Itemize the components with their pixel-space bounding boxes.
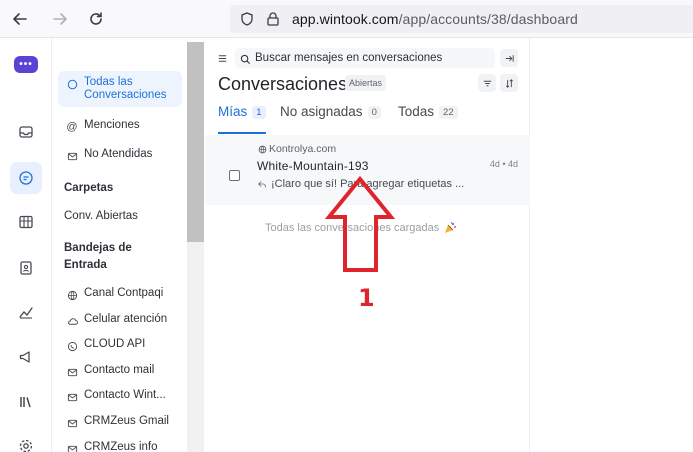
logo-dots: ••• (19, 58, 33, 70)
inbox-label: Contacto mail (84, 364, 155, 376)
sort-icon (505, 78, 513, 88)
collapse-button[interactable] (500, 49, 518, 67)
url-path: /app/accounts/38/dashboard (398, 11, 578, 27)
folder-label: Conv. Abiertas (64, 210, 138, 222)
tab-unassigned[interactable]: No asignadas 0 (280, 104, 381, 134)
tab-label: Mías (218, 104, 248, 119)
reply-icon (258, 181, 266, 188)
app-logo[interactable]: ••• (14, 56, 38, 73)
inbox-label: Contacto Wint... (84, 389, 166, 401)
lock-icon (267, 12, 279, 26)
mail-icon (66, 366, 78, 378)
tab-all[interactable]: Todas 22 (398, 104, 458, 134)
mail-icon (66, 391, 78, 403)
arrow-right-bar-icon (505, 54, 514, 62)
url-text[interactable]: app.wintook.com/app/accounts/38/dashboar… (292, 11, 578, 27)
sidebar-item-label: No Atendidas (84, 148, 153, 160)
inbox-label: Celular atención (84, 313, 168, 325)
cloud-icon (66, 315, 78, 327)
arrow-left-icon (13, 13, 27, 25)
reload-button[interactable] (85, 8, 107, 30)
inbox-label: CLOUD API (84, 338, 146, 350)
inbox-label: CRMZeus info (84, 441, 158, 452)
tab-label: Todas (398, 104, 435, 119)
inbox-item-canal-contpaqi[interactable]: Canal Contpaqi (58, 287, 182, 301)
menu-icon[interactable] (217, 51, 228, 69)
search-input[interactable] (255, 50, 485, 66)
conversation-time: 4d • 4d (489, 159, 518, 169)
sidebar-item-label: Todas las Conversaciones (84, 76, 167, 101)
secondary-sidebar: Todas las Conversaciones @ Menciones No … (52, 38, 187, 452)
contacts-icon[interactable] (10, 206, 42, 238)
sidebar-item-label: Menciones (84, 119, 140, 131)
globe-icon (258, 145, 267, 153)
inbox-item-celular-atencion[interactable]: Celular atención (58, 313, 182, 327)
filter-button[interactable] (478, 74, 496, 92)
whatsapp-icon (66, 340, 78, 352)
conversation-tabs: Mías 1 No asignadas 0 Todas 22 (218, 104, 518, 134)
status-badge[interactable]: Abiertas (345, 75, 387, 91)
reports-icon[interactable] (10, 296, 42, 328)
at-icon: @ (66, 121, 78, 133)
sort-button[interactable] (500, 74, 518, 92)
contact-name: White-Mountain-193 (257, 159, 369, 173)
icon-rail: ••• (0, 38, 52, 452)
sidebar-scrollbar-thumb[interactable] (187, 42, 204, 242)
inbox-item-crmzeus-info[interactable]: CRMZeus info (58, 441, 182, 452)
tracking-protection-icon (241, 12, 253, 26)
conversation-inbox: Kontrolya.com (258, 143, 336, 155)
globe-icon (66, 289, 78, 301)
chat-icon (66, 78, 78, 90)
inbox-item-contacto-wintook[interactable]: Contacto Wint... (58, 389, 182, 403)
page-title: Conversaciones (218, 74, 348, 94)
folders-heading: Carpetas (64, 182, 114, 194)
folder-item-open-conversations[interactable]: Conv. Abiertas (58, 210, 182, 222)
mail-icon (66, 150, 78, 162)
filter-icon (483, 80, 491, 86)
campaigns-icon[interactable] (10, 341, 42, 373)
reload-icon (90, 12, 102, 25)
settings-icon[interactable] (10, 430, 42, 452)
inbox-label: Canal Contpaqi (84, 287, 164, 299)
inbox-item-contacto-mail[interactable]: Contacto mail (58, 364, 182, 378)
inbox-name: Kontrolya.com (269, 143, 337, 155)
inbox-label: CRMZeus Gmail (84, 415, 169, 427)
sidebar-item-mentions[interactable]: @ Menciones (58, 119, 182, 133)
back-button[interactable] (9, 8, 31, 30)
forward-button[interactable] (49, 8, 71, 30)
url-domain: app.wintook.com (292, 11, 399, 27)
sidebar-item-all-conversations[interactable]: Todas las Conversaciones (58, 71, 182, 107)
annotation-arrow (325, 175, 395, 272)
arrow-right-icon (53, 13, 67, 25)
inbox-item-crmzeus-gmail[interactable]: CRMZeus Gmail (58, 415, 182, 429)
search-row (205, 48, 530, 70)
chat-icon[interactable] (10, 162, 42, 194)
search-icon (240, 52, 251, 70)
tab-mine[interactable]: Mías 1 (218, 104, 266, 134)
sidebar-item-unattended[interactable]: No Atendidas (58, 148, 182, 162)
address-book-icon[interactable] (10, 252, 42, 284)
inbox-item-cloud-api[interactable]: CLOUD API (58, 338, 182, 352)
annotation-number: 1 (358, 284, 375, 312)
tab-count: 1 (252, 106, 266, 119)
tab-label: No asignadas (280, 104, 363, 119)
browser-toolbar: app.wintook.com/app/accounts/38/dashboar… (0, 0, 693, 38)
tab-count: 0 (367, 106, 381, 119)
mail-icon (66, 443, 78, 452)
conversation-checkbox[interactable] (229, 170, 240, 181)
party-popper-icon (445, 221, 457, 233)
search-input-wrapper[interactable] (235, 48, 495, 68)
inbox-icon[interactable] (10, 116, 42, 148)
mail-icon (66, 417, 78, 429)
address-bar[interactable]: app.wintook.com/app/accounts/38/dashboar… (230, 5, 693, 33)
library-icon[interactable] (10, 386, 42, 418)
tab-count: 22 (439, 106, 458, 119)
inboxes-heading: Bandejas de Entrada (64, 242, 132, 271)
